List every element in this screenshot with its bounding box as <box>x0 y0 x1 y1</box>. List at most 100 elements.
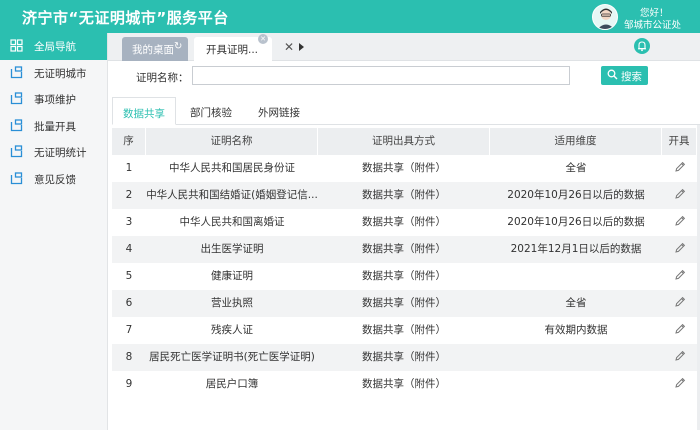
notification-bell-icon[interactable] <box>634 38 650 54</box>
app-title: 济宁市“无证明城市”服务平台 <box>22 9 229 27</box>
sidebar-item-label: 无证明城市 <box>34 67 87 80</box>
certificate-name: 居民户口簿 <box>205 378 259 390</box>
row-number: 9 <box>125 378 133 390</box>
issue-action[interactable] <box>662 236 697 263</box>
table-row[interactable]: 3 中华人民共和国离婚证 数据共享（附件） 2020年10月26日以后的数据 <box>112 209 697 236</box>
sidebar-item-global-nav[interactable]: 全局导航 <box>0 33 107 60</box>
pencil-icon[interactable] <box>674 215 686 227</box>
sidebar-item-item-maintenance[interactable]: 事项维护 <box>0 86 107 113</box>
folder-icon <box>10 92 23 105</box>
issue-action[interactable] <box>662 317 697 344</box>
table-row[interactable]: 2 中华人民共和国结婚证(婚姻登记信... 数据共享（附件） 2020年10月2… <box>112 182 697 209</box>
issue-action[interactable] <box>662 209 697 236</box>
pencil-icon[interactable] <box>674 350 686 362</box>
certificate-name-input[interactable] <box>192 66 570 85</box>
applicable-scope: 有效期内数据 <box>544 324 608 336</box>
sidebar-item-feedback[interactable]: 意见反馈 <box>0 166 107 193</box>
certificate-name: 营业执照 <box>211 297 253 309</box>
refresh-icon[interactable]: ↻ <box>174 41 182 52</box>
tab-my-desktop[interactable]: 我的桌面 ↻ <box>122 37 188 61</box>
tab-scroll-right-icon[interactable] <box>299 43 304 51</box>
column-header: 序 <box>112 128 146 155</box>
issue-method: 数据共享（附件） <box>362 162 446 174</box>
bell-icon <box>638 41 646 52</box>
search-label: 证明名称： <box>136 72 189 84</box>
table-row[interactable]: 9 居民户口簿 数据共享（附件） <box>112 371 697 398</box>
issue-action[interactable] <box>662 371 697 398</box>
tab-external-links[interactable]: 外网链接 <box>246 97 312 125</box>
applicable-scope: 2020年10月26日以后的数据 <box>507 189 645 201</box>
pencil-icon[interactable] <box>674 269 686 281</box>
table-row[interactable]: 5 健康证明 数据共享（附件） <box>112 263 697 290</box>
certificate-name: 健康证明 <box>211 270 253 282</box>
row-number: 8 <box>125 351 133 363</box>
issue-method: 数据共享（附件） <box>362 378 446 390</box>
row-number: 6 <box>125 297 133 309</box>
applicable-scope <box>490 344 662 371</box>
pencil-icon[interactable] <box>674 296 686 308</box>
issue-action[interactable] <box>662 155 697 182</box>
issue-method: 数据共享（附件） <box>362 270 446 282</box>
sidebar-item-label: 批量开具 <box>34 120 76 133</box>
row-number: 2 <box>125 189 133 201</box>
applicable-scope <box>490 371 662 398</box>
row-number: 7 <box>125 324 133 336</box>
sidebar: 全局导航 无证明城市 事项维护 批量开具 无证明统计 意见反馈 <box>0 33 108 430</box>
issue-action[interactable] <box>662 344 697 371</box>
folder-icon <box>10 145 23 158</box>
close-all-tabs-icon[interactable]: ✕ <box>284 40 294 54</box>
column-header: 适用维度 <box>490 128 662 155</box>
folder-icon <box>10 172 23 185</box>
user-avatar[interactable] <box>592 4 618 30</box>
issue-method: 数据共享（附件） <box>362 297 446 309</box>
pencil-icon[interactable] <box>674 161 686 173</box>
row-number: 5 <box>125 270 133 282</box>
category-tabs: 数据共享 部门核验 外网链接 <box>112 97 700 125</box>
tab-close-icon[interactable]: ✕ <box>258 34 268 44</box>
table-row[interactable]: 8 居民死亡医学证明书(死亡医学证明) 数据共享（附件） <box>112 344 697 371</box>
sidebar-item-label: 意见反馈 <box>34 173 76 186</box>
issue-action[interactable] <box>662 290 697 317</box>
tab-data-sharing[interactable]: 数据共享 <box>112 97 176 125</box>
table-row[interactable]: 4 出生医学证明 数据共享（附件） 2021年12月1日以后的数据 <box>112 236 697 263</box>
tab-department-verification[interactable]: 部门核验 <box>178 97 244 125</box>
issue-method: 数据共享（附件） <box>362 324 446 336</box>
pencil-icon[interactable] <box>674 377 686 389</box>
certificate-name: 中华人民共和国结婚证(婚姻登记信... <box>146 189 318 201</box>
sidebar-item-no-proof-city[interactable]: 无证明城市 <box>0 60 107 87</box>
row-number: 1 <box>125 162 133 174</box>
certificate-name: 居民死亡医学证明书(死亡医学证明) <box>149 351 315 363</box>
pencil-icon[interactable] <box>674 323 686 335</box>
column-header: 开具 <box>662 128 697 155</box>
table-row[interactable]: 6 营业执照 数据共享（附件） 全省 <box>112 290 697 317</box>
certificate-name: 中华人民共和国离婚证 <box>179 216 285 228</box>
sidebar-item-statistics[interactable]: 无证明统计 <box>0 139 107 166</box>
issue-action[interactable] <box>662 263 697 290</box>
applicable-scope: 2021年12月1日以后的数据 <box>510 243 642 255</box>
row-number: 3 <box>125 216 133 228</box>
row-number: 4 <box>125 243 133 255</box>
pencil-icon[interactable] <box>674 188 686 200</box>
applicable-scope <box>490 263 662 290</box>
issue-method: 数据共享（附件） <box>362 189 446 201</box>
table-row[interactable]: 7 残疾人证 数据共享（附件） 有效期内数据 <box>112 317 697 344</box>
sidebar-item-label: 全局导航 <box>34 41 76 53</box>
search-button[interactable]: 搜索 <box>601 66 648 85</box>
tab-label: 数据共享 <box>123 108 165 120</box>
column-header: 证明出具方式 <box>318 128 490 155</box>
column-header: 证明名称 <box>146 128 318 155</box>
issue-method: 数据共享（附件） <box>362 243 446 255</box>
tab-label: 外网链接 <box>258 107 300 119</box>
sidebar-item-batch-issue[interactable]: 批量开具 <box>0 113 107 140</box>
table-header-row: 序 证明名称 证明出具方式 适用维度 开具 <box>112 128 697 155</box>
tab-label: 我的桌面 <box>132 44 174 56</box>
sidebar-item-label: 事项维护 <box>34 94 76 107</box>
page-tab-bar: 我的桌面 ↻ 开具证明... ✕ ✕ <box>108 33 700 61</box>
issue-method: 数据共享（附件） <box>362 216 446 228</box>
pencil-icon[interactable] <box>674 242 686 254</box>
table-row[interactable]: 1 中华人民共和国居民身份证 数据共享（附件） 全省 <box>112 155 697 182</box>
user-org-text[interactable]: 邹城市公证处 <box>624 17 681 31</box>
issue-action[interactable] <box>662 182 697 209</box>
sidebar-item-label: 无证明统计 <box>34 147 87 160</box>
applicable-scope: 2020年10月26日以后的数据 <box>507 216 645 228</box>
